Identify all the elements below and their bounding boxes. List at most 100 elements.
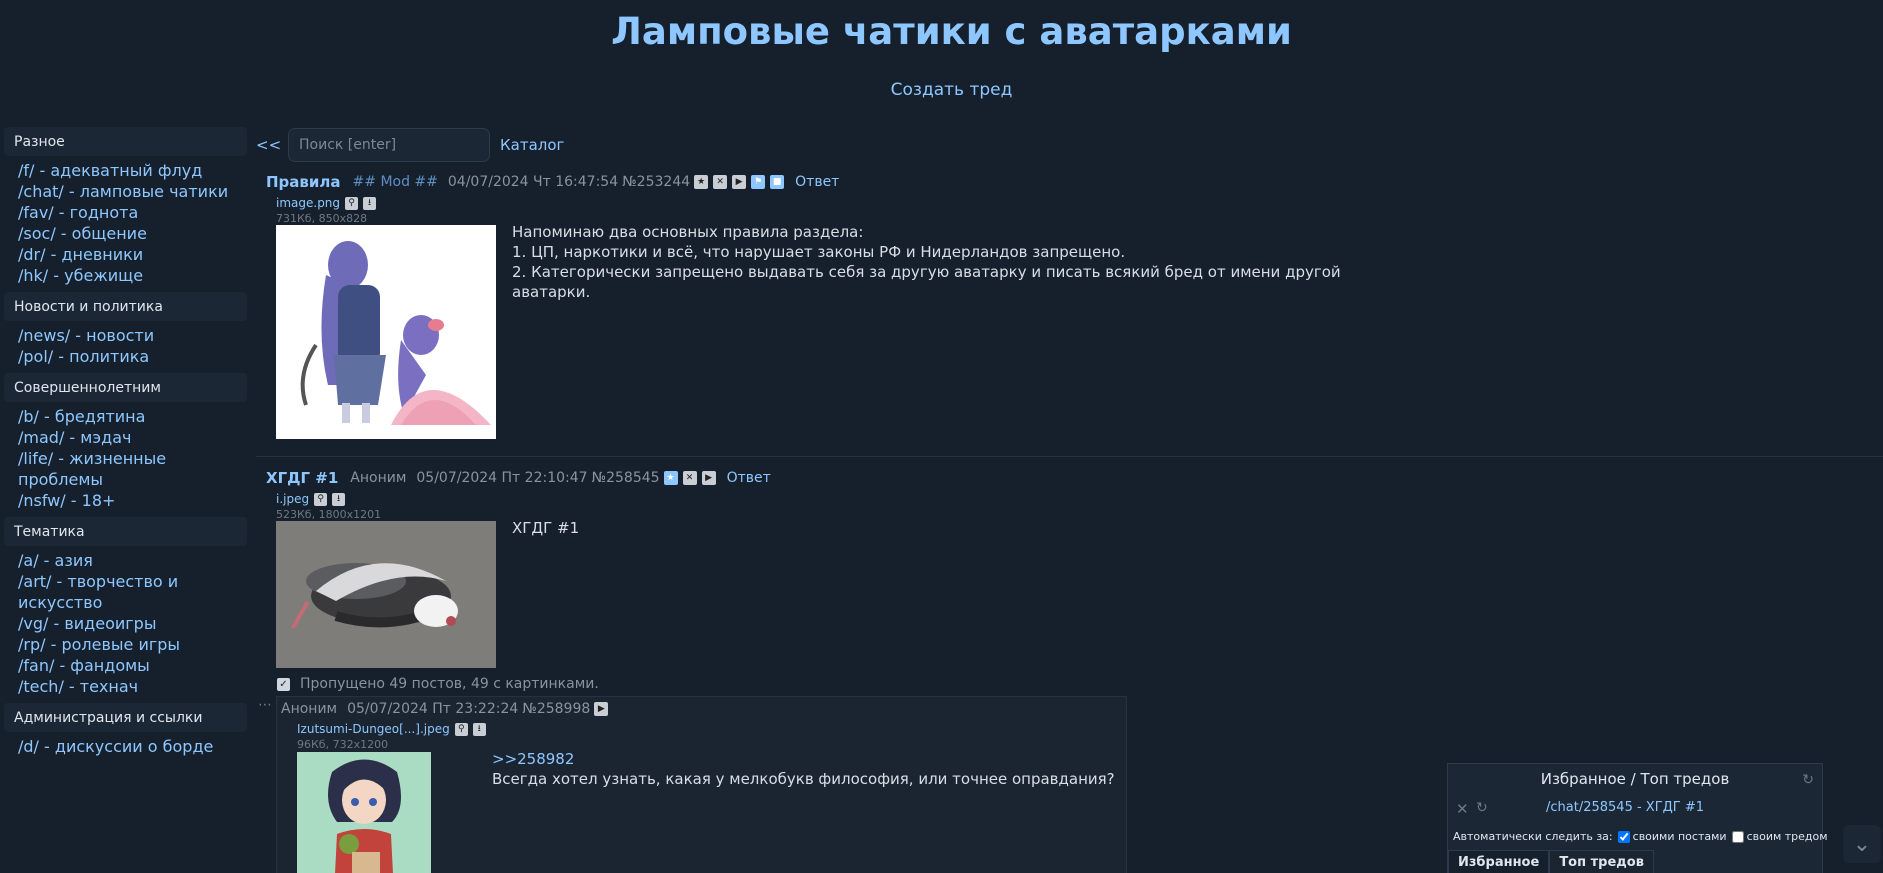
post-text-line: Напоминаю два основных правила раздела:	[512, 223, 864, 241]
board-link-rp[interactable]: /rp/ - ролевые игры	[18, 634, 247, 655]
board-link-dr[interactable]: /dr/ - дневники	[18, 244, 247, 265]
post-message: ХГДГ #1	[512, 518, 912, 538]
catalog-link[interactable]: Каталог	[500, 136, 564, 154]
download-icon[interactable]: ⭳	[332, 492, 346, 506]
board-link-vg[interactable]: /vg/ - видеоигры	[18, 613, 247, 634]
category-header[interactable]: Новости и политика	[4, 292, 247, 321]
close-icon[interactable]: ✕	[1456, 800, 1469, 818]
tab-favorites[interactable]: Избранное	[1448, 850, 1550, 873]
star-icon[interactable]: ★	[694, 175, 709, 189]
post-text-line: аватарки.	[512, 283, 591, 301]
board-link-art[interactable]: /art/ - творчество и искусство	[18, 571, 188, 613]
sidebar: Разное /f/ - адекватный флуд /chat/ - ла…	[4, 127, 247, 763]
board-link-d[interactable]: /d/ - дискуссии о борде	[18, 736, 247, 757]
download-icon[interactable]: ⭳	[472, 722, 486, 736]
search-input[interactable]	[288, 128, 490, 162]
hide-icon[interactable]: ✕	[713, 175, 728, 189]
scroll-down-button[interactable]: ⌄	[1843, 825, 1881, 863]
watch-own-posts-label: своими постами	[1632, 830, 1727, 843]
create-thread-link[interactable]: Создать тред	[0, 80, 1883, 100]
lock-icon: ■	[770, 175, 785, 189]
file-link[interactable]: Izutsumi-Dungeo[...].jpeg	[297, 722, 450, 736]
post-text-line: ХГДГ #1	[512, 519, 580, 537]
file-info: i.jpeg ⚲ ⭳	[276, 492, 346, 506]
post-message: Напоминаю два основных правила раздела: …	[512, 222, 1392, 302]
reply-link[interactable]: Ответ	[727, 470, 771, 486]
favorites-tabs: Избранное Топ тредов	[1448, 850, 1654, 873]
reply-menu-icon[interactable]: ⋯	[258, 697, 272, 713]
watch-own-posts-checkbox[interactable]	[1617, 830, 1630, 843]
board-link-life[interactable]: /life/ - жизненные проблемы	[18, 448, 188, 490]
category-header[interactable]: Администрация и ссылки	[4, 703, 247, 732]
search-image-icon[interactable]: ⚲	[345, 196, 359, 210]
sidebar-category: Администрация и ссылки /d/ - дискуссии о…	[4, 703, 247, 763]
play-icon[interactable]: ▶	[701, 471, 716, 485]
hide-icon[interactable]: ✕	[682, 471, 697, 485]
back-link[interactable]: <<	[256, 136, 281, 154]
board-link-soc[interactable]: /soc/ - общение	[18, 223, 247, 244]
file-info: image.png ⚲ ⭳	[276, 196, 377, 210]
favorite-thread-link[interactable]: /chat/258545 - ХГДГ #1	[1546, 800, 1704, 815]
thread-divider	[256, 456, 1883, 457]
board-link-chat[interactable]: /chat/ - ламповые чатики	[18, 181, 247, 202]
quote-link[interactable]: >>258982	[492, 749, 574, 769]
file-meta: 731Кб, 850x828	[276, 212, 368, 225]
category-header[interactable]: Совершеннолетним	[4, 373, 247, 402]
watch-own-thread-label: своим тредом	[1746, 830, 1828, 843]
post-number[interactable]: №258998	[522, 701, 590, 717]
board-link-b[interactable]: /b/ - бредятина	[18, 406, 247, 427]
post-subject: Правила	[266, 173, 341, 191]
post-author: Аноним	[350, 470, 407, 486]
pin-icon: ⚑	[751, 175, 766, 189]
skipped-posts-notice: Пропущено 49 постов, 49 с картинками.	[300, 676, 599, 692]
post-date: 05/07/2024 Пт 23:22:24	[347, 701, 519, 717]
search-image-icon[interactable]: ⚲	[314, 492, 328, 506]
sidebar-category: Разное /f/ - адекватный флуд /chat/ - ла…	[4, 127, 247, 292]
play-icon[interactable]: ▶	[732, 175, 747, 189]
post-text-line: 1. ЦП, наркотики и всё, что нарушает зак…	[512, 243, 1126, 261]
board-link-pol[interactable]: /pol/ - политика	[18, 346, 247, 367]
watch-own-thread-checkbox[interactable]	[1731, 830, 1744, 843]
board-link-mad[interactable]: /mad/ - мэдач	[18, 427, 247, 448]
favorites-title: Избранное / Топ тредов	[1540, 770, 1730, 788]
post-date: 05/07/2024 Пт 22:10:47	[416, 470, 588, 486]
file-meta: 96Кб, 732x1200	[297, 738, 389, 751]
board-link-nsfw[interactable]: /nsfw/ - 18+	[18, 490, 247, 511]
search-image-icon[interactable]: ⚲	[454, 722, 468, 736]
post-header: Правила ## Mod ## 04/07/2024 Чт 16:47:54…	[266, 173, 839, 191]
post-image[interactable]	[297, 752, 431, 873]
play-icon[interactable]: ▶	[594, 702, 609, 716]
star-icon[interactable]: ★	[663, 471, 678, 485]
post-author: ## Mod ##	[352, 174, 438, 190]
file-link[interactable]: image.png	[276, 196, 340, 210]
category-header[interactable]: Разное	[4, 127, 247, 156]
post-text-line: 2. Категорически запрещено выдавать себя…	[512, 263, 1341, 281]
file-meta: 523Кб, 1800x1201	[276, 508, 382, 521]
board-link-fan[interactable]: /fan/ - фандомы	[18, 655, 247, 676]
post-number[interactable]: №258545	[592, 470, 660, 486]
sidebar-category: Новости и политика /news/ - новости /pol…	[4, 292, 247, 373]
refresh-icon[interactable]: ↻	[1802, 772, 1814, 788]
board-link-hk[interactable]: /hk/ - убежище	[18, 265, 247, 286]
expand-thread-icon[interactable]: ✓	[277, 678, 290, 691]
download-icon[interactable]: ⭳	[363, 196, 377, 210]
reload-icon[interactable]: ↻	[1476, 800, 1488, 816]
post-number[interactable]: №253244	[622, 174, 690, 190]
reply-link[interactable]: Ответ	[795, 174, 839, 190]
post-image[interactable]	[276, 521, 496, 668]
post-image[interactable]	[276, 225, 496, 439]
chevron-down-icon: ⌄	[1852, 831, 1872, 857]
board-link-tech[interactable]: /tech/ - технач	[18, 676, 247, 697]
category-header[interactable]: Тематика	[4, 517, 247, 546]
board-link-a[interactable]: /a/ - азия	[18, 550, 247, 571]
sidebar-category: Совершеннолетним /b/ - бредятина /mad/ -…	[4, 373, 247, 517]
board-link-fav[interactable]: /fav/ - годнота	[18, 202, 247, 223]
auto-watch-row: Автоматически следить за: своими постами…	[1453, 830, 1828, 843]
tab-top-threads[interactable]: Топ тредов	[1549, 850, 1654, 873]
post-header: Аноним 05/07/2024 Пт 23:22:24 №258998 ▶	[281, 701, 613, 717]
sidebar-category: Тематика /a/ - азия /art/ - творчество и…	[4, 517, 247, 703]
post-author: Аноним	[281, 701, 338, 717]
file-link[interactable]: i.jpeg	[276, 492, 309, 506]
board-link-f[interactable]: /f/ - адекватный флуд	[18, 160, 247, 181]
board-link-news[interactable]: /news/ - новости	[18, 325, 247, 346]
